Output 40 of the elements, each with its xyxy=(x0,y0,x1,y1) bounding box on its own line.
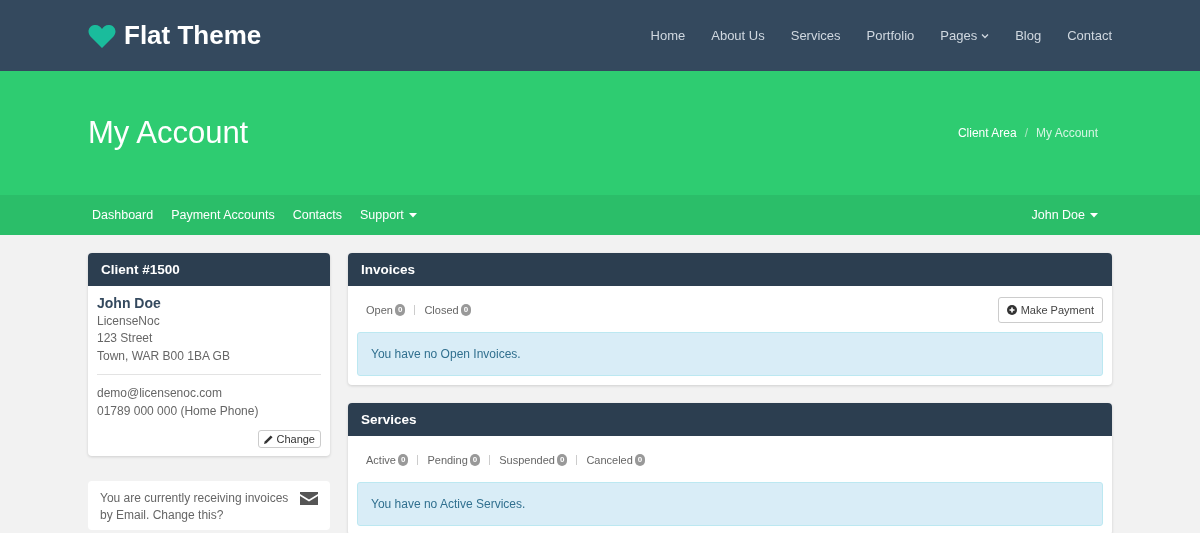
card-header: Client #1500 xyxy=(88,253,330,286)
nav-link[interactable]: Portfolio xyxy=(853,28,928,43)
page-title: My Account xyxy=(88,115,249,151)
count-badge: 0 xyxy=(460,304,472,316)
nav-link[interactable]: About Us xyxy=(698,28,778,43)
address-line: LicenseNoc xyxy=(97,312,161,330)
address-line: Town, WAR B00 1BA GB xyxy=(97,347,231,365)
info-alert: You have no Active Services. xyxy=(357,482,1103,526)
filter-link[interactable]: Pending 0 xyxy=(427,454,481,466)
contact-line: 01789 000 000 (Home Phone) xyxy=(97,402,260,420)
logo-text: Flat Theme xyxy=(124,20,262,51)
change-button[interactable]: Change xyxy=(258,430,321,448)
filter-link[interactable]: Closed 0 xyxy=(424,304,472,316)
filter-link[interactable]: Canceled 0 xyxy=(586,454,646,466)
address-line: 123 Street xyxy=(97,330,154,347)
nav-link[interactable]: Blog xyxy=(1002,28,1055,43)
envelope-icon xyxy=(300,492,318,505)
heart-icon xyxy=(88,23,116,48)
count-badge: 0 xyxy=(469,454,481,466)
plus-circle-icon xyxy=(1006,305,1017,315)
count-badge: 0 xyxy=(394,304,406,316)
nav-link[interactable]: Home xyxy=(637,28,699,43)
nav-link[interactable]: Services xyxy=(777,28,854,43)
filter-link[interactable]: Open 0 xyxy=(366,304,406,316)
client-name: John Doe xyxy=(97,295,162,313)
filter-link[interactable]: Active 0 xyxy=(366,454,409,466)
count-badge: 0 xyxy=(634,454,646,466)
notice-text: You are currently receiving invoices by Email. Change this? xyxy=(100,490,290,524)
card-header: Services xyxy=(348,403,1112,436)
pencil-icon xyxy=(264,434,274,444)
breadcrumb-separator: / xyxy=(1024,126,1028,140)
nav-link[interactable]: Pages xyxy=(927,28,1003,43)
filter-link[interactable]: Suspended 0 xyxy=(499,454,568,466)
make-payment-button[interactable]: Make Payment xyxy=(997,297,1103,323)
count-badge: 0 xyxy=(397,454,409,466)
card-header: Invoices xyxy=(348,253,1112,286)
nav-link[interactable]: Contact xyxy=(1054,28,1112,43)
count-badge: 0 xyxy=(556,454,568,466)
contact-line: demo@licensenoc.com xyxy=(97,385,223,402)
info-alert: You have no Open Invoices. xyxy=(357,332,1103,376)
